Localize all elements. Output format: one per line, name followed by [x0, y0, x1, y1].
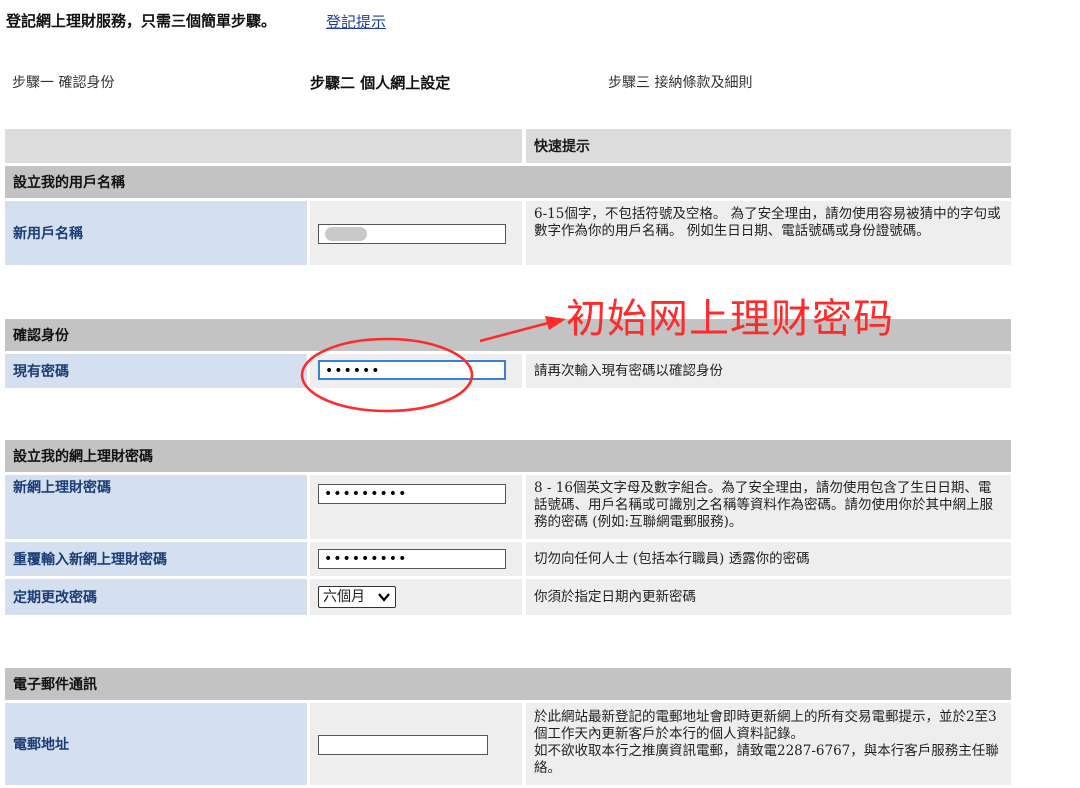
email-address-input-cell	[310, 703, 522, 785]
email-hint: 於此網站最新登記的電郵地址會即時更新網上的所有交易電郵提示，並於2至3個工作天內…	[526, 703, 1011, 785]
step-3: 步驟三 接納條款及細則	[608, 75, 753, 91]
password-change-period-label: 定期更改密碼	[5, 579, 307, 615]
quick-tips-header: 快速提示	[526, 129, 1011, 163]
repeat-password-label: 重覆輸入新網上理財密碼	[5, 542, 307, 576]
registration-tips-link[interactable]: 登記提示	[326, 11, 386, 32]
current-password-hint: 請再次輸入現有密碼以確認身份	[526, 354, 1011, 388]
new-password-label: 新網上理財密碼	[5, 475, 307, 539]
section-email-title: 電子郵件通訊	[5, 668, 1011, 700]
current-password-input[interactable]: ••••••	[318, 360, 506, 380]
step-1: 步驟一 確認身份	[12, 75, 115, 91]
section-username-title: 設立我的用戶名稱	[5, 166, 1011, 198]
email-address-label: 電郵地址	[5, 703, 307, 785]
repeat-password-input[interactable]: •••••••••	[318, 549, 506, 569]
email-address-input[interactable]	[318, 735, 488, 755]
password-change-period-cell: 六個月	[310, 579, 522, 615]
page-title: 登記網上理財服務，只需三個簡單步驟。	[6, 12, 277, 30]
password-change-period-hint: 你須於指定日期內更新密碼	[526, 579, 1011, 615]
redacted-username	[325, 227, 367, 241]
annotation-label: 初始网上理财密码	[566, 296, 894, 342]
table-header-spacer	[5, 129, 522, 163]
new-password-input[interactable]: •••••••••	[318, 484, 506, 504]
repeat-password-input-cell: •••••••••	[310, 542, 522, 576]
period-selected-value: 六個月	[323, 589, 365, 605]
username-hint: 6-15個字，不包括符號及空格。 為了安全理由，請勿使用容易被猜中的字句或數字作…	[526, 201, 1011, 265]
section-password-title: 設立我的網上理財密碼	[5, 440, 1011, 472]
current-password-input-cell: ••••••	[310, 354, 522, 388]
chevron-down-icon	[378, 593, 390, 602]
new-password-input-cell: •••••••••	[310, 475, 522, 539]
password-change-period-select[interactable]: 六個月	[318, 586, 396, 608]
step-2-active: 步驟二 個人網上設定	[310, 74, 451, 92]
new-username-input-cell	[310, 201, 522, 265]
new-username-label: 新用戶名稱	[5, 201, 307, 265]
repeat-password-hint: 切勿向任何人士 (包括本行職員) 透露你的密碼	[526, 542, 1011, 576]
current-password-label: 現有密碼	[5, 354, 307, 388]
new-password-hint: 8 - 16個英文字母及數字組合。為了安全理由，請勿使用包含了生日日期、電話號碼…	[526, 475, 1011, 539]
new-username-input[interactable]	[318, 224, 506, 244]
